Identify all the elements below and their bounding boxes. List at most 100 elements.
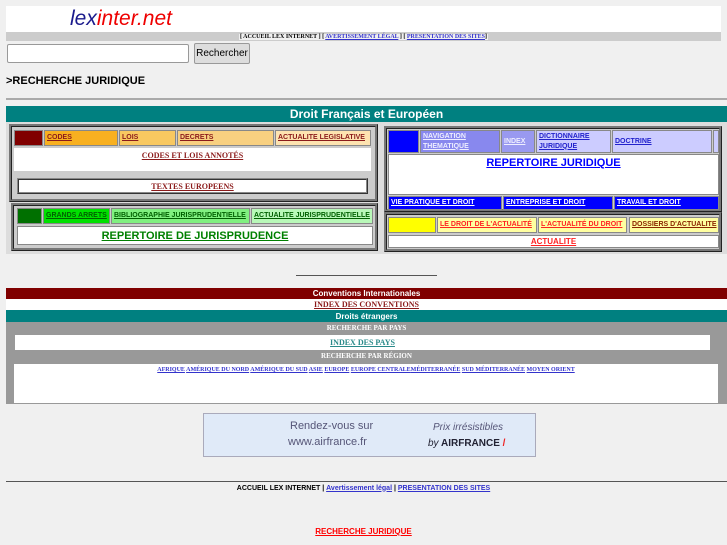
ad-brand-name: AIRFRANCE (440, 438, 500, 449)
jurisprudence-color-icon (17, 208, 42, 224)
tab-navigation-thematique[interactable]: NAVIGATION THEMATIQUE (420, 130, 500, 153)
top-nav: [ ACCUEIL LEX INTERNET ] [ AVERTISSEMENT… (6, 32, 721, 41)
tab-actualite-legislative-label[interactable]: ACTUALITE LEGISLATIVE (278, 133, 365, 143)
travail-cell[interactable]: TRAVAIL ET DROIT (614, 196, 719, 210)
repertoire-box: NAVIGATION THEMATIQUE INDEX DICTIONNAIRE… (384, 126, 722, 212)
entreprise-cell[interactable]: ENTREPRISE ET DROIT (503, 196, 613, 210)
tab-dossiers[interactable]: DOSSIERS D'ACTUALITE (629, 217, 719, 233)
regions-box: AFRIQUE AMÉRIQUE DU NORD AMÉRIQUE DU SUD… (14, 364, 718, 403)
tab-decrets[interactable]: DECRETS (177, 130, 274, 146)
tab-index[interactable]: INDEX (501, 130, 535, 153)
jurisprudence-box: GRANDS ARRETS BIBLIOGRAPHIE JURISPRUDENT… (11, 203, 378, 251)
tab-actualite-jurisprudentielle-label[interactable]: ACTUALITE JURISPRUDENTIELLE (254, 211, 370, 221)
travail-link[interactable]: TRAVAIL ET DROIT (617, 198, 681, 208)
country-index-link[interactable]: INDEX DES PAYS (330, 338, 395, 347)
repertoire-juridique-panel: REPERTOIRE JURIDIQUE (388, 154, 719, 195)
footer-legal-link[interactable]: Avertissement légal (326, 485, 392, 492)
region-link[interactable]: SUD MÉDITERRANÉE (462, 367, 525, 373)
ad-tagline: Prix irrésistibles (433, 422, 504, 433)
region-link[interactable]: AMÉRIQUE DU NORD (186, 367, 249, 373)
breadcrumb: >RECHERCHE JURIDIQUE (6, 75, 146, 87)
foreign-panel: RECHERCHE PAR PAYS INDEX DES PAYS RECHER… (6, 322, 727, 404)
region-link[interactable]: AMÉRIQUE DU SUD (250, 367, 307, 373)
repertoire-jurisprudence-panel: REPERTOIRE DE JURISPRUDENCE (17, 226, 373, 245)
codes-annotes-panel: CODES ET LOIS ANNOTÉS (14, 148, 371, 171)
vie-pratique-cell[interactable]: VIE PRATIQUE ET DROIT (388, 196, 502, 210)
tab-grands-arrets[interactable]: GRANDS ARRETS (43, 208, 110, 224)
nav-presentation-link[interactable]: PRESENTATION DES SITES (407, 34, 485, 40)
logo[interactable]: lexinter.net (70, 7, 172, 31)
nav-legal-link[interactable]: AVERTISSEMENT LÉGAL (325, 34, 398, 40)
airfrance-stripe-icon: / (502, 438, 506, 449)
actualite-panel: ACTUALITE (388, 235, 719, 248)
ad-brand: by AIRFRANCE / (428, 438, 505, 449)
tab-extra (713, 130, 719, 153)
region-link[interactable]: AFRIQUE (157, 367, 185, 373)
repertoire-juridique-link[interactable]: REPERTOIRE JURIDIQUE (486, 157, 620, 169)
tab-actualite-legislative[interactable]: ACTUALITE LEGISLATIVE (275, 130, 371, 146)
tab-navigation-thematique-label[interactable]: NAVIGATION THEMATIQUE (423, 132, 499, 152)
short-divider (296, 275, 437, 276)
actualite-color-icon (388, 217, 436, 233)
vie-pratique-link[interactable]: VIE PRATIQUE ET DROIT (391, 198, 475, 208)
tab-dictionnaire[interactable]: DICTIONNAIRE JURIDIQUE (536, 130, 611, 153)
entreprise-link[interactable]: ENTREPRISE ET DROIT (506, 198, 585, 208)
region-link[interactable]: EUROPE CENTRALE (351, 367, 411, 373)
tab-lois-label[interactable]: LOIS (122, 133, 138, 143)
ad-line2: www.airfrance.fr (288, 436, 367, 448)
divider (6, 98, 727, 100)
actualite-link[interactable]: ACTUALITE (531, 237, 576, 246)
tab-droit-actualite[interactable]: LE DROIT DE L'ACTUALITÉ (437, 217, 537, 233)
tab-grands-arrets-label[interactable]: GRANDS ARRETS (46, 211, 107, 221)
codes-annotes-link[interactable]: CODES ET LOIS ANNOTÉS (142, 151, 243, 160)
conventions-header: Conventions Internationales (6, 288, 727, 299)
tab-codes[interactable]: CODES (44, 130, 118, 146)
logo-part2: inter.net (96, 7, 172, 30)
index-conventions-link[interactable]: INDEX DES CONVENTIONS (314, 300, 419, 309)
repertoire-jurisprudence-link[interactable]: REPERTOIRE DE JURISPRUDENCE (102, 230, 289, 242)
conventions-row: INDEX DES CONVENTIONS (6, 299, 727, 310)
tab-lois[interactable]: LOIS (119, 130, 176, 146)
tab-actualite-jurisprudentielle[interactable]: ACTUALITE JURISPRUDENTIELLE (251, 208, 373, 224)
nav-end: ] (485, 33, 487, 40)
footer-presentation-link[interactable]: PRESENTATION DES SITES (398, 485, 490, 492)
textes-europeens-link[interactable]: TEXTES EUROPEENS (151, 182, 233, 191)
tab-actualite-droit-label[interactable]: L'ACTUALITÉ DU DROIT (541, 220, 622, 230)
foreign-header: Droits étrangers (6, 310, 727, 322)
tab-bibliographie[interactable]: BIBLIOGRAPHIE JURISPRUDENTIELLE (111, 208, 250, 224)
region-link[interactable]: EUROPE (324, 367, 349, 373)
header-banner: lexinter.net (6, 6, 721, 32)
by-country-label: RECHERCHE PAR PAYS (326, 324, 407, 332)
search-input[interactable] (7, 44, 189, 63)
tab-bibliographie-label[interactable]: BIBLIOGRAPHIE JURISPRUDENTIELLE (114, 211, 246, 221)
region-link[interactable]: ASIE (309, 367, 323, 373)
recherche-juridique-link[interactable]: RECHERCHE JURIDIQUE (315, 527, 411, 536)
tab-dossiers-label[interactable]: DOSSIERS D'ACTUALITE (632, 220, 717, 230)
legislation-color-icon (14, 130, 43, 146)
country-index-box: INDEX DES PAYS (15, 335, 710, 350)
repertoire-color-icon (388, 130, 419, 153)
tab-dictionnaire-label[interactable]: DICTIONNAIRE JURIDIQUE (539, 132, 610, 152)
tab-doctrine[interactable]: DOCTRINE (612, 130, 712, 153)
tab-actualite-droit[interactable]: L'ACTUALITÉ DU DROIT (538, 217, 627, 233)
ad-line1: Rendez-vous sur (290, 420, 374, 432)
footer-nav: ACCUEIL LEX INTERNET | Avertissement lég… (0, 483, 727, 493)
region-link[interactable]: MÉDITERRANÉE (411, 367, 461, 373)
tab-doctrine-label[interactable]: DOCTRINE (615, 137, 652, 147)
tab-codes-label[interactable]: CODES (47, 133, 72, 143)
airfrance-ad[interactable]: Rendez-vous sur www.airfrance.fr Prix ir… (203, 413, 536, 457)
tab-droit-actualite-label[interactable]: LE DROIT DE L'ACTUALITÉ (440, 220, 532, 230)
by-region-label: RECHERCHE PAR RÉGION (321, 352, 412, 360)
footer-divider (6, 481, 727, 482)
search-button[interactable]: Rechercher (194, 43, 250, 64)
ad-by: by (428, 438, 439, 449)
logo-part1: lex (70, 7, 97, 30)
footer-bottom: RECHERCHE JURIDIQUE (0, 526, 727, 537)
region-link[interactable]: MOYEN ORIENT (527, 367, 575, 373)
nav-sep: ] [ (399, 33, 406, 40)
tab-index-label[interactable]: INDEX (504, 137, 525, 147)
section-title: Droit Français et Européen (6, 106, 727, 122)
footer-home: ACCUEIL LEX INTERNET (236, 484, 321, 492)
legislation-box: CODES LOIS DECRETS ACTUALITE LEGISLATIVE… (9, 124, 378, 202)
tab-decrets-label[interactable]: DECRETS (180, 133, 213, 143)
